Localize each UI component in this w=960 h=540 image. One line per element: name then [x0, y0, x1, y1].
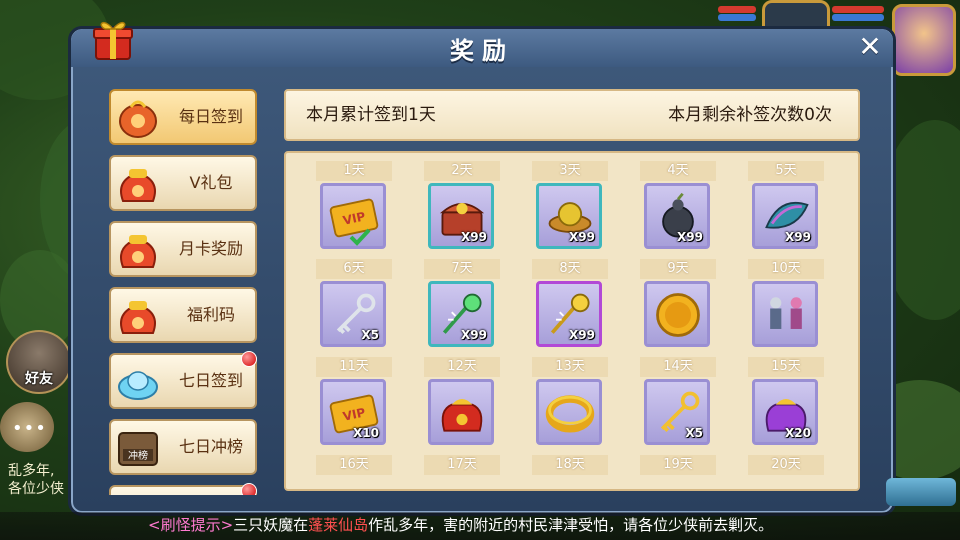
- day-label: 8天: [532, 259, 608, 279]
- reward-slot[interactable]: VIP: [320, 183, 386, 249]
- sidebar-item-label: 每日签到: [178, 107, 243, 126]
- reward-quantity: X99: [569, 328, 595, 342]
- ranking-icon-text: 冲榜: [128, 449, 148, 462]
- day-label: 10天: [748, 259, 824, 279]
- day-label: 6天: [316, 259, 392, 279]
- dialog-title: 奖励: [450, 37, 514, 65]
- day-label: 1天: [316, 161, 392, 181]
- reward-quantity: X10: [353, 426, 379, 440]
- day-label: 13天: [532, 357, 608, 377]
- sidebar-item-monthly-card[interactable]: 月卡奖励: [109, 221, 257, 277]
- reward-slot[interactable]: X5: [644, 379, 710, 445]
- marquee-text: 三只妖魔在: [233, 516, 309, 534]
- day-label: 20天: [748, 455, 824, 475]
- sidebar-item-seven-day-signin[interactable]: 七日签到: [109, 351, 257, 409]
- reward-slot[interactable]: X99: [536, 183, 602, 249]
- reward-slot[interactable]: X5: [320, 281, 386, 347]
- day-label: 17天: [424, 455, 500, 475]
- reward-slot[interactable]: X99: [536, 281, 602, 347]
- mp-bar: [718, 14, 756, 21]
- day-label: 15天: [748, 357, 824, 377]
- reward-slot[interactable]: [644, 281, 710, 347]
- reward-slot[interactable]: X99: [752, 183, 818, 249]
- reward-slot[interactable]: [752, 281, 818, 347]
- reward-slot[interactable]: X20: [752, 379, 818, 445]
- sidebar-item-label: 福利码: [186, 305, 235, 324]
- reward-slot[interactable]: [428, 379, 494, 445]
- lucky-bag-icon: [120, 301, 156, 334]
- pet-hp-bar: [832, 6, 884, 13]
- reward-quantity: X99: [569, 230, 595, 244]
- sidebar-item-label: 月卡奖励: [178, 239, 243, 258]
- day-label: 14天: [640, 357, 716, 377]
- crystal-ingot-icon: [118, 371, 158, 400]
- reward-quantity: X99: [461, 328, 487, 342]
- day-label: 12天: [424, 357, 500, 377]
- marquee-tag: <刷怪提示>: [148, 516, 234, 534]
- lucky-bag-icon: [120, 235, 156, 268]
- chat-button[interactable]: •••: [0, 402, 54, 452]
- ranking-chest-icon: 冲榜: [118, 432, 158, 466]
- reward-slot[interactable]: [536, 379, 602, 445]
- day-label: 19天: [640, 455, 716, 475]
- lucky-bag-icon: [120, 169, 156, 202]
- marquee-text: 作乱多年，害的附近的村民津津受怕，请各位少侠前去剿灭。: [368, 516, 774, 534]
- pet-avatar[interactable]: [892, 4, 956, 76]
- sidebar-item-seven-day-ranking[interactable]: 冲榜 七日冲榜: [109, 419, 257, 475]
- reward-quantity: X20: [785, 426, 811, 440]
- sidebar-item-label: V礼包: [189, 173, 233, 192]
- day-label: 9天: [640, 259, 716, 279]
- signed-days-text: 本月累计签到1天: [306, 105, 436, 125]
- sidebar-item-welfare-code[interactable]: 福利码: [109, 287, 257, 343]
- reward-quantity: X99: [677, 230, 703, 244]
- hp-bar: [718, 6, 756, 13]
- day-label: 18天: [532, 455, 608, 475]
- notification-badge: [241, 351, 257, 367]
- marquee-message: <刷怪提示>三只妖魔在蓬莱仙岛作乱多年，害的附近的村民津津受怕，请各位少侠前去剿…: [148, 512, 773, 538]
- reward-slot[interactable]: X99: [644, 183, 710, 249]
- sidebar: 每日签到 V礼包 月卡奖励 福利码 七日签到 冲榜 七日冲榜: [109, 89, 259, 495]
- lantern-bag-icon: [119, 100, 157, 138]
- gift-box-icon: [93, 21, 133, 60]
- makeup-remaining-text: 本月剩余补签次数0次: [668, 105, 832, 125]
- day-label: 7天: [424, 259, 500, 279]
- sidebar-item-more[interactable]: [109, 483, 257, 495]
- reward-grid: 1天 VIP 2天 X99 3天 X99 4天 X99 5天 X99 6天 X5 7天 X99 8天 X99 9…: [284, 151, 860, 491]
- reward-slot[interactable]: X99: [428, 281, 494, 347]
- system-marquee: <刷怪提示>三只妖魔在蓬莱仙岛作乱多年，害的附近的村民津津受怕，请各位少侠前去剿…: [0, 512, 960, 540]
- reward-quantity: X99: [785, 230, 811, 244]
- friends-button[interactable]: 好友: [6, 330, 72, 394]
- friends-label: 好友: [25, 371, 53, 387]
- reward-quantity: X99: [461, 230, 487, 244]
- reward-slot[interactable]: VIP X10: [320, 379, 386, 445]
- activity-banner[interactable]: [886, 478, 956, 506]
- day-label: 4天: [640, 161, 716, 181]
- day-label: 11天: [316, 357, 392, 377]
- reward-quantity: X5: [685, 426, 703, 440]
- day-label: 3天: [532, 161, 608, 181]
- reward-quantity: X5: [361, 328, 379, 342]
- day-label: 16天: [316, 455, 392, 475]
- day-label: 2天: [424, 161, 500, 181]
- sidebar-item-v-gift[interactable]: V礼包: [109, 155, 257, 211]
- pet-mp-bar: [832, 14, 884, 21]
- marquee-place: 蓬莱仙岛: [308, 516, 369, 534]
- day-label: 5天: [748, 161, 824, 181]
- chat-icon: •••: [12, 418, 47, 439]
- signin-summary: 本月累计签到1天 本月剩余补签次数0次: [284, 89, 860, 141]
- close-icon[interactable]: ✕: [855, 33, 885, 63]
- reward-slot[interactable]: X99: [428, 183, 494, 249]
- notification-badge: [241, 483, 257, 495]
- dialog-titlebar: 奖励 ✕: [71, 29, 893, 67]
- rewards-dialog: 奖励 ✕ 每日签到 V礼包 月卡奖励 福利码 七日签到 冲榜 七日冲榜 本月累计…: [68, 21, 896, 516]
- sidebar-item-label: 七日冲榜: [178, 437, 243, 456]
- sidebar-item-daily-signin[interactable]: 每日签到: [109, 89, 257, 145]
